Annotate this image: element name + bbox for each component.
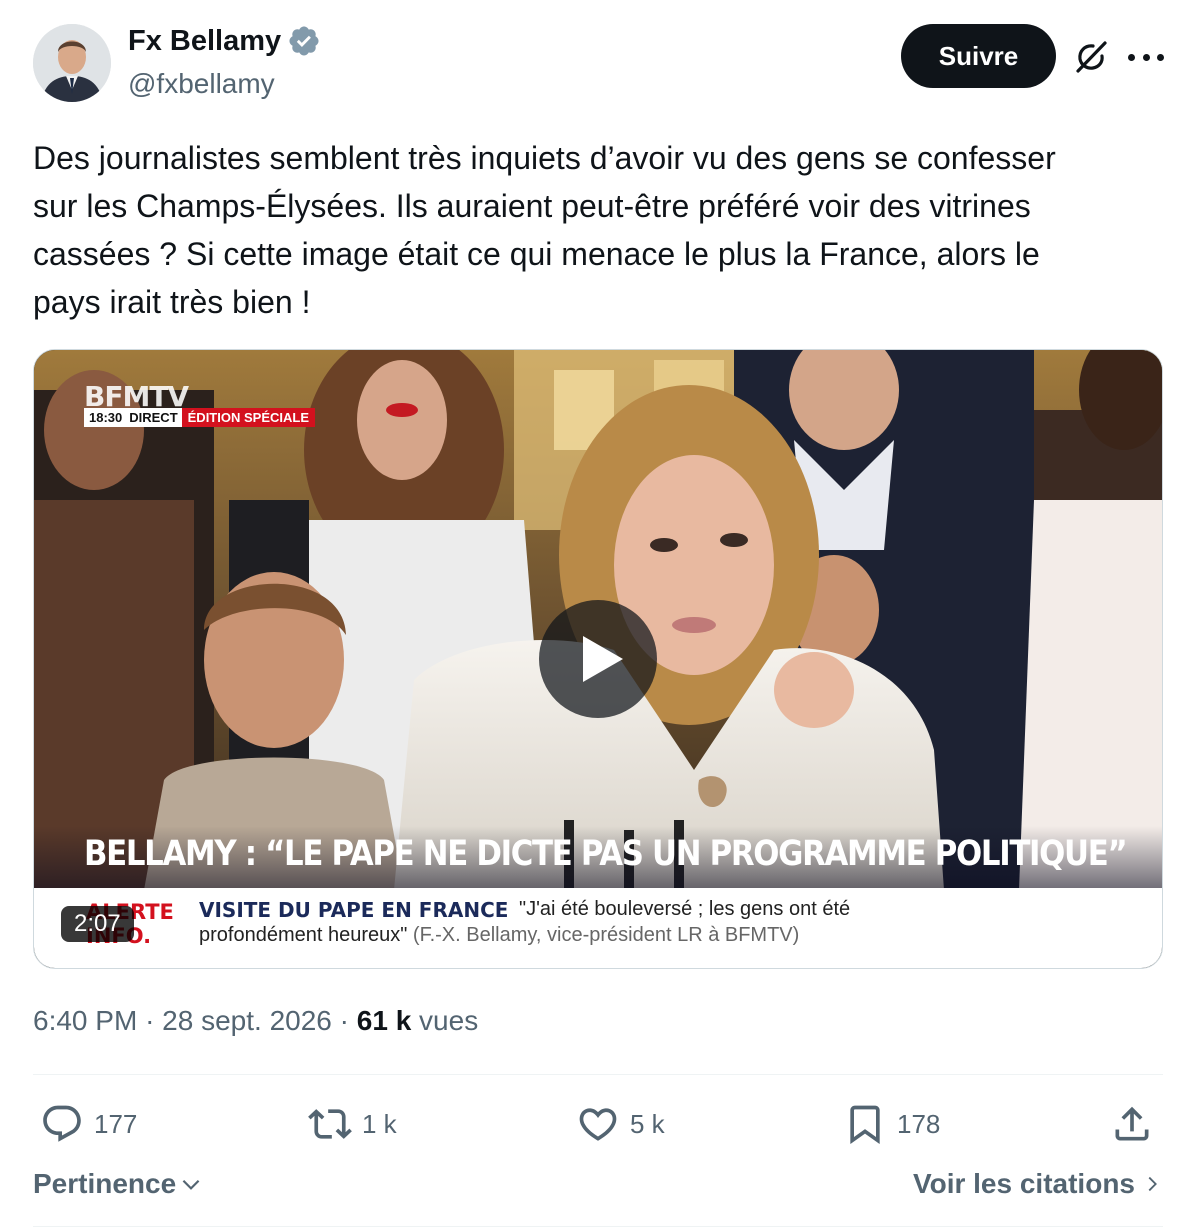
author-name[interactable]: Fx Bellamy <box>128 25 281 58</box>
views-label: vues <box>419 1005 479 1036</box>
play-button[interactable] <box>539 600 657 718</box>
bookmark-count: 178 <box>897 1108 941 1139</box>
repost-icon <box>308 1109 352 1139</box>
verified-badge-icon <box>289 26 319 56</box>
views-count: 61 k <box>356 1005 412 1036</box>
meta-separator: · <box>339 1005 349 1036</box>
reply-count: 177 <box>94 1108 138 1139</box>
video-duration: 2:07 <box>61 906 134 942</box>
heart-icon <box>579 1108 617 1141</box>
share-button[interactable] <box>1110 1102 1154 1146</box>
news-ticker: ALERTE INFO. VISITE DU PAPE EN FRANCE "J… <box>34 888 1162 968</box>
tweet-meta: 6:40 PM · 28 sept. 2026 · 61 k vues <box>33 1005 478 1037</box>
tweet-time[interactable]: 6:40 PM <box>33 1005 137 1036</box>
ticker-title: VISITE DU PAPE EN FRANCE <box>199 898 509 922</box>
reply-button[interactable]: 177 <box>40 1102 137 1146</box>
tweet-text: Des journalistes semblent très inquiets … <box>33 140 1056 320</box>
ticker-quote: "J'ai été bouleversé ; les gens ont été <box>519 898 851 920</box>
play-icon <box>583 636 623 682</box>
tweet-date[interactable]: 28 sept. 2026 <box>162 1005 332 1036</box>
ticker-quote-end: profondément heureux" <box>199 924 408 946</box>
meta-separator: · <box>145 1005 155 1036</box>
author-handle[interactable]: @fxbellamy <box>128 68 275 100</box>
like-count: 5 k <box>630 1108 665 1139</box>
sort-label: Pertinence <box>33 1168 177 1199</box>
chevron-down-icon <box>182 1179 200 1190</box>
repost-button[interactable]: 1 k <box>308 1102 397 1146</box>
chevron-right-icon <box>1148 1176 1157 1192</box>
divider <box>33 1226 1163 1227</box>
video-headline: BELLAMY : “LE PAPE NE DICTE PAS UN PROGR… <box>84 834 1128 874</box>
follow-button[interactable]: Suivre <box>901 24 1056 88</box>
ticker-attribution: (F.-X. Bellamy, vice-président LR à BFMT… <box>412 924 800 946</box>
sort-dropdown[interactable]: Pertinence <box>33 1168 204 1200</box>
broadcast-bar: 18:30 DIRECT ÉDITION SPÉCIALE <box>84 408 315 427</box>
repost-count: 1 k <box>362 1108 397 1139</box>
view-quotes-link[interactable]: Voir les citations <box>913 1168 1163 1200</box>
ticker-line2: profondément heureux" (F.-X. Bellamy, vi… <box>199 924 799 947</box>
broadcast-time: 18:30 <box>84 408 128 427</box>
share-icon <box>1115 1106 1149 1141</box>
broadcast-direct: DIRECT <box>127 408 182 427</box>
like-button[interactable]: 5 k <box>576 1102 665 1146</box>
bookmark-button[interactable]: 178 <box>843 1102 940 1146</box>
grok-icon[interactable] <box>1072 38 1110 76</box>
avatar[interactable] <box>33 24 111 102</box>
video-player[interactable]: BFMTV 18:30 DIRECT ÉDITION SPÉCIALE BELL… <box>33 349 1163 969</box>
broadcast-edition: ÉDITION SPÉCIALE <box>181 408 315 427</box>
divider <box>33 1074 1163 1075</box>
reply-icon <box>43 1105 81 1142</box>
quotes-label: Voir les citations <box>913 1168 1135 1199</box>
more-options-icon[interactable] <box>1128 42 1164 72</box>
avatar-photo <box>33 24 111 102</box>
author-name-row[interactable]: Fx Bellamy <box>128 24 321 58</box>
bookmark-icon <box>850 1105 880 1145</box>
